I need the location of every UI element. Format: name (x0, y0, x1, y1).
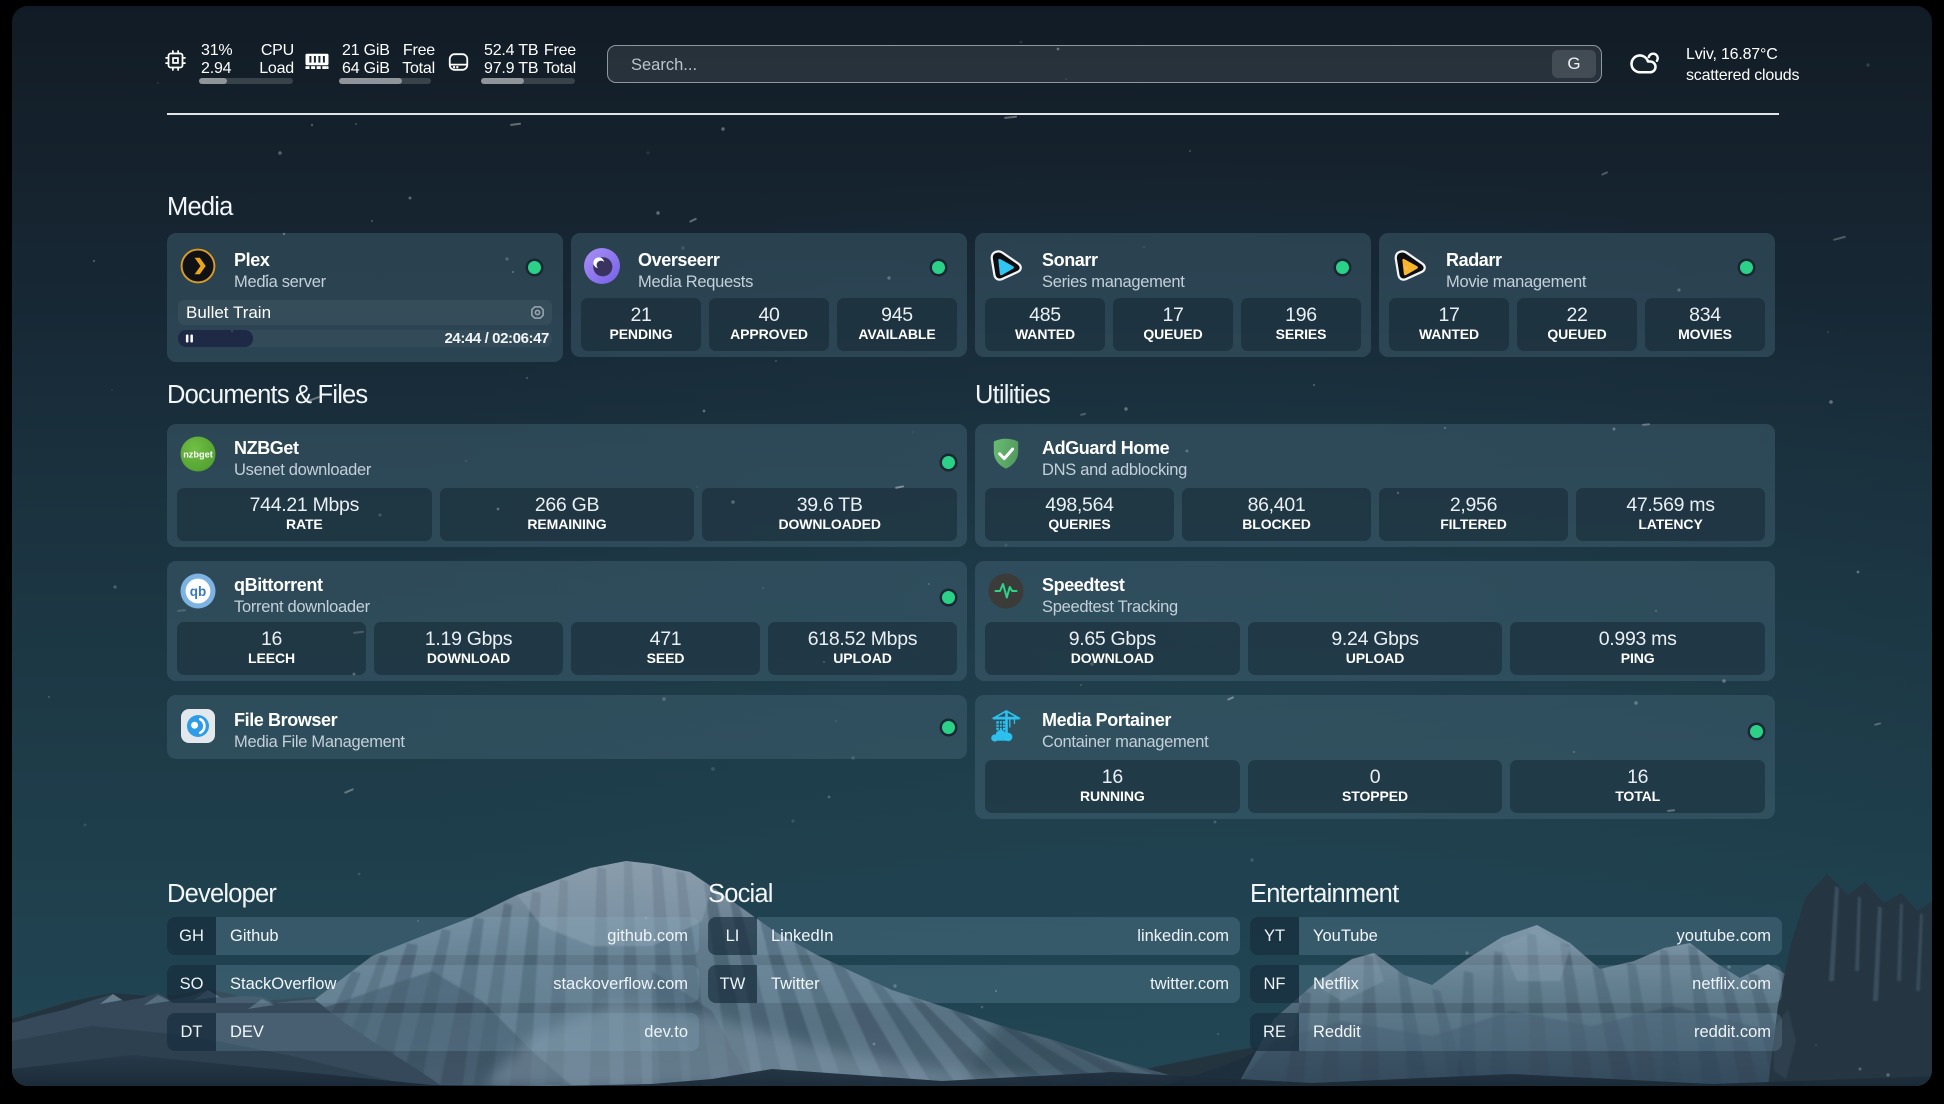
svg-text:qb: qb (190, 584, 207, 599)
svg-text:nzbget: nzbget (183, 450, 213, 460)
